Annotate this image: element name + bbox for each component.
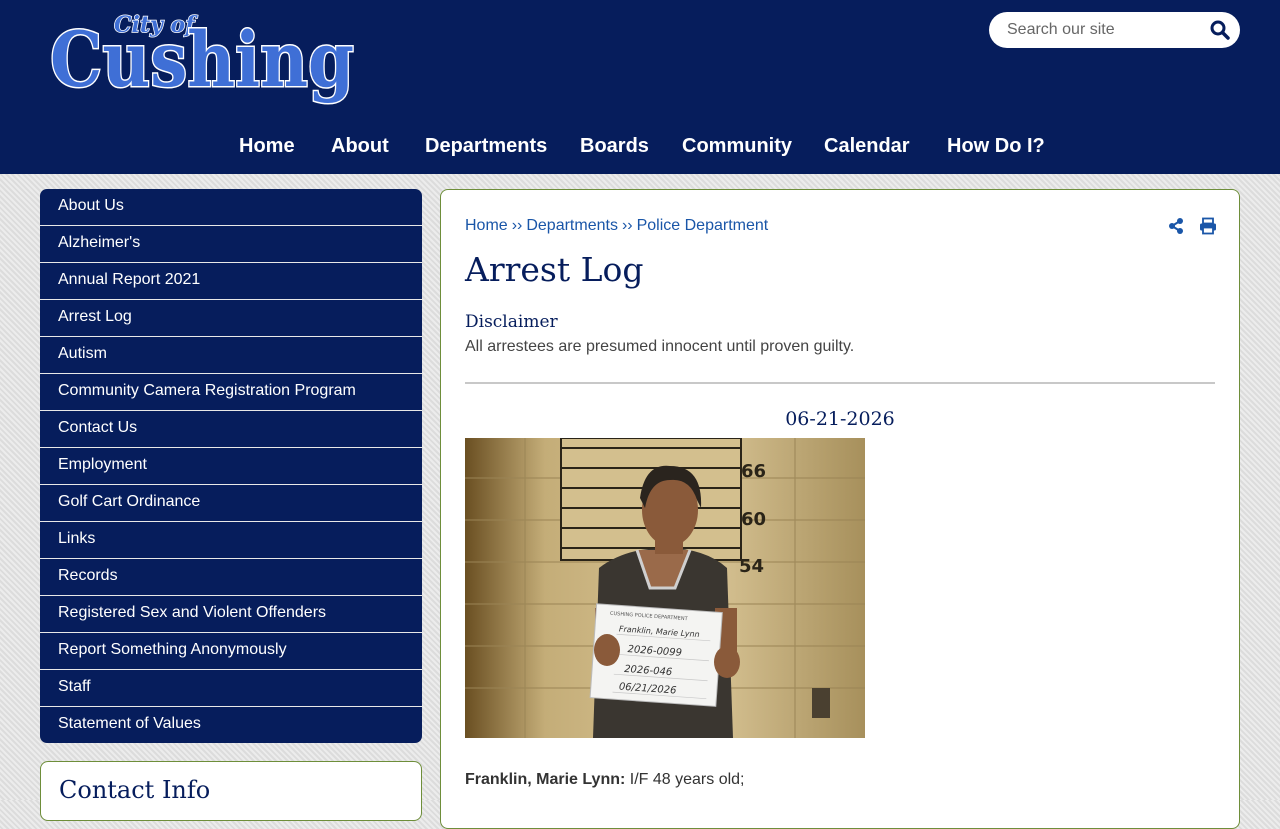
sidebar-item-links[interactable]: Links [40, 522, 422, 559]
share-icon[interactable] [1167, 217, 1185, 235]
sidebar-item-offenders[interactable]: Registered Sex and Violent Offenders [40, 596, 422, 633]
sidebar-item-annual-report[interactable]: Annual Report 2021 [40, 263, 422, 300]
sidebar-item-report-anonymously[interactable]: Report Something Anonymously [40, 633, 422, 670]
disclaimer-heading: Disclaimer [465, 312, 558, 332]
nav-calendar[interactable]: Calendar [824, 130, 910, 162]
sidebar-item-about-us[interactable]: About Us [40, 189, 422, 226]
nav-how-do-i[interactable]: How Do I? [947, 130, 1045, 162]
sidebar-item-golf-cart[interactable]: Golf Cart Ordinance [40, 485, 422, 522]
sidebar-item-alzheimers[interactable]: Alzheimer's [40, 226, 422, 263]
search-input[interactable] [1007, 20, 1197, 40]
sidebar-item-staff[interactable]: Staff [40, 670, 422, 707]
height-mark: 66 [741, 461, 766, 482]
sidebar-item-statement-of-values[interactable]: Statement of Values [40, 707, 422, 743]
city-logo[interactable]: City of Cushing [50, 6, 360, 116]
height-mark: 60 [741, 509, 766, 530]
breadcrumb-separator: ›› [621, 217, 633, 234]
sidebar-item-autism[interactable]: Autism [40, 337, 422, 374]
contact-info-box: Contact Info [40, 761, 422, 821]
breadcrumb-separator: ›› [511, 217, 523, 234]
print-icon[interactable] [1199, 217, 1217, 235]
arrest-entry: Franklin, Marie Lynn: I/F 48 years old; [465, 771, 745, 789]
search-icon[interactable] [1210, 20, 1230, 40]
site-header: City of Cushing Home About Departments B… [0, 0, 1280, 174]
main-content: Home ›› Departments ›› Police Department Arr… [440, 189, 1240, 829]
sidebar-item-arrest-log[interactable]: Arrest Log [40, 300, 422, 337]
page-title: Arrest Log [465, 250, 644, 289]
page-tools [1157, 217, 1217, 237]
nav-departments[interactable]: Departments [425, 130, 547, 162]
divider [465, 382, 1215, 384]
height-mark: 54 [739, 556, 764, 577]
sidebar-item-records[interactable]: Records [40, 559, 422, 596]
main-nav: Home About Departments Boards Community … [0, 130, 1280, 162]
nav-about[interactable]: About [331, 130, 389, 162]
svg-text:Cushing: Cushing [50, 15, 354, 104]
disclaimer-text: All arrestees are presumed innocent unti… [465, 338, 855, 355]
arrestee-name: Franklin, Marie Lynn: [465, 771, 626, 788]
nav-home[interactable]: Home [239, 130, 295, 162]
nav-boards[interactable]: Boards [580, 130, 649, 162]
arrestee-details: I/F 48 years old; [629, 771, 745, 788]
arrest-photo[interactable]: 66 60 54 CUSHING POLICE DEPARTMENT Frank… [465, 438, 865, 738]
sidebar-item-contact-us[interactable]: Contact Us [40, 411, 422, 448]
site-search [989, 12, 1240, 48]
sidebar-item-community-camera[interactable]: Community Camera Registration Program [40, 374, 422, 411]
breadcrumb: Home ›› Departments ›› Police Department [465, 217, 768, 235]
breadcrumb-police-department[interactable]: Police Department [637, 217, 769, 234]
sidebar-item-employment[interactable]: Employment [40, 448, 422, 485]
sidebar-menu: About Us Alzheimer's Annual Report 2021 … [40, 189, 422, 743]
arrest-date: 06-21-2026 [785, 408, 895, 430]
nav-community[interactable]: Community [682, 130, 792, 162]
breadcrumb-departments[interactable]: Departments [526, 217, 618, 234]
breadcrumb-home[interactable]: Home [465, 217, 508, 234]
